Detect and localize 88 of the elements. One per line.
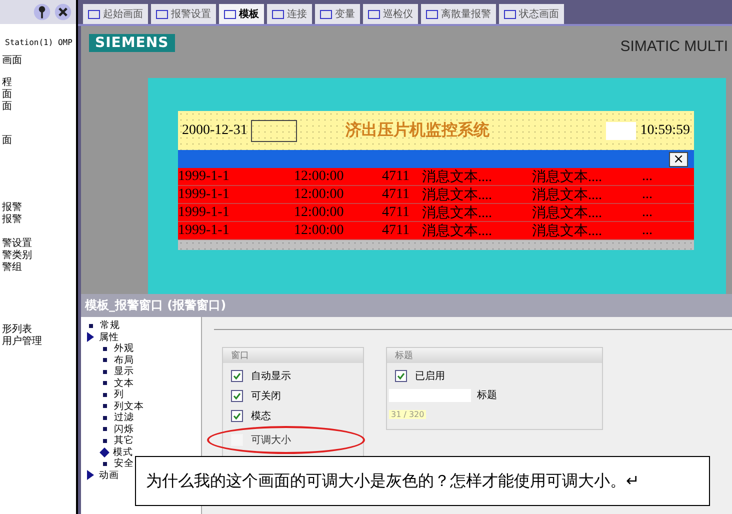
table-cell-text: 4711	[382, 204, 410, 220]
checkbox-label: 已启用	[415, 370, 445, 383]
tree-item[interactable]: 其它	[101, 435, 134, 446]
sidebar-item[interactable]: 画面	[0, 55, 22, 67]
screen-tab[interactable]: 巡检仪	[363, 4, 418, 24]
table-cell-text: ...	[642, 168, 654, 184]
date-field: 2000-12-31	[182, 122, 248, 138]
close-button[interactable]: ×	[669, 152, 688, 166]
checkbox-label: 可关闭	[251, 390, 281, 403]
tree-item[interactable]: 过滤	[101, 412, 134, 424]
screen-tab[interactable]: 连接	[267, 4, 312, 24]
checkbox-label: 自动显示	[251, 370, 291, 383]
pin-icon[interactable]	[33, 3, 51, 21]
table-cell-text: 消息文本....	[422, 204, 493, 221]
table-cell-text: 消息文本....	[532, 186, 603, 203]
table-cell-text: 1999-1-1	[178, 204, 230, 220]
sidebar-item[interactable]: 警设置	[0, 238, 32, 250]
checkbox[interactable]	[231, 410, 243, 422]
table-cell-text: ...	[642, 222, 654, 238]
sidebar-item[interactable]: 用户管理	[0, 336, 42, 348]
table-cell-text: ...	[642, 186, 654, 202]
screen-tab[interactable]: 起始画面	[83, 4, 148, 24]
group-title: 窗口	[223, 348, 363, 363]
tree-item[interactable]: 模式	[101, 446, 133, 458]
sidebar-item[interactable]: 面	[0, 101, 12, 113]
tree-item[interactable]: 常规	[87, 320, 120, 332]
table-cell-text: 消息文本....	[422, 222, 493, 239]
table-cell-text: 消息文本....	[532, 168, 603, 185]
sidebar-item[interactable]: 面	[0, 135, 12, 147]
blank-field	[606, 122, 636, 140]
tree-item[interactable]: 显示	[101, 366, 134, 378]
character-counter: 31 / 320	[389, 410, 426, 419]
alarm-row[interactable]: 1999-1-1 12:00:00 4711 消息文本.... 消息文本.... ...	[178, 222, 694, 240]
properties-title: 模板_报警窗口 (报警窗口)	[81, 294, 732, 317]
checkbox[interactable]	[231, 370, 243, 382]
tree-item[interactable]: 动画	[87, 470, 119, 481]
device-title: SIMATIC MULTI	[620, 38, 729, 55]
screen-tab[interactable]: 模板	[219, 4, 264, 24]
tree-item[interactable]: 列	[101, 389, 124, 400]
checkbox[interactable]	[231, 390, 243, 402]
sidebar-item[interactable]: 报警	[0, 202, 22, 214]
table-cell-text: 消息文本....	[532, 222, 603, 239]
alarm-row[interactable]: 1999-1-1 12:00:00 4711 消息文本.... 消息文本.... ...	[178, 168, 694, 186]
tree-item[interactable]: 闪烁	[101, 424, 134, 435]
table-cell-text: 12:00:00	[294, 222, 345, 238]
group-title: 标题	[387, 348, 602, 363]
table-cell-text: 1999-1-1	[178, 168, 230, 184]
sidebar-item[interactable]: 报警	[0, 214, 22, 226]
table-cell-text: 1999-1-1	[178, 222, 230, 238]
table-cell-text: 消息文本....	[532, 204, 603, 221]
station-label[interactable]: Station(1) OMP	[0, 24, 76, 47]
sidebar-item[interactable]: 警类别	[0, 250, 32, 262]
checkbox[interactable]	[395, 370, 407, 382]
field-label: 标题	[477, 388, 497, 402]
tree-item[interactable]: 布局	[101, 354, 134, 366]
sidebar-item[interactable]: 面	[0, 89, 12, 101]
checkbox-label: 可调大小	[251, 434, 291, 447]
tree-item[interactable]: 外观	[101, 343, 134, 354]
table-cell-text: 4711	[382, 186, 410, 202]
checkbox-label: 模态	[251, 410, 271, 423]
sidebar-item[interactable]: 警组	[0, 262, 22, 274]
tree-item[interactable]: 属性	[87, 332, 119, 343]
table-cell-text: 4711	[382, 168, 410, 184]
siemens-logo: SIEMENS	[89, 34, 175, 52]
sidebar-item[interactable]: 形列表	[0, 324, 32, 336]
screen-tab[interactable]: 状态画面	[499, 4, 564, 24]
table-cell-text: 4711	[382, 222, 410, 238]
table-cell-text: 12:00:00	[294, 186, 345, 202]
table-cell-text: 消息文本....	[422, 168, 493, 185]
sidebar-item[interactable]: 程	[0, 77, 12, 89]
empty-field[interactable]	[251, 120, 298, 142]
alarm-row[interactable]: 1999-1-1 12:00:00 4711 消息文本.... 消息文本.... ...	[178, 186, 694, 204]
question-callout: 为什么我的这个画面的可调大小是灰色的？怎样才能使用可调大小。↵	[135, 456, 710, 506]
close-icon[interactable]	[54, 3, 72, 21]
time-field: 10:59:59	[640, 122, 690, 138]
table-cell-text: 12:00:00	[294, 204, 345, 220]
screen-tab[interactable]: 离散量报警	[421, 4, 496, 24]
tree-item[interactable]: 文本	[101, 378, 134, 389]
screen-tab[interactable]: 报警设置	[151, 4, 216, 24]
system-title: 济出压片机监控系统	[345, 120, 490, 141]
screen-tab[interactable]: 变量	[315, 4, 360, 24]
alarm-row[interactable]: 1999-1-1 12:00:00 4711 消息文本.... 消息文本.... ...	[178, 204, 694, 222]
tree-item[interactable]: 安全	[101, 458, 134, 470]
table-cell-text: 12:00:00	[294, 168, 345, 184]
table-cell-text: 消息文本....	[422, 186, 493, 203]
table-cell-text: 1999-1-1	[178, 186, 230, 202]
table-cell-text: ...	[642, 204, 654, 220]
tree-item[interactable]: 列文本	[101, 400, 144, 412]
